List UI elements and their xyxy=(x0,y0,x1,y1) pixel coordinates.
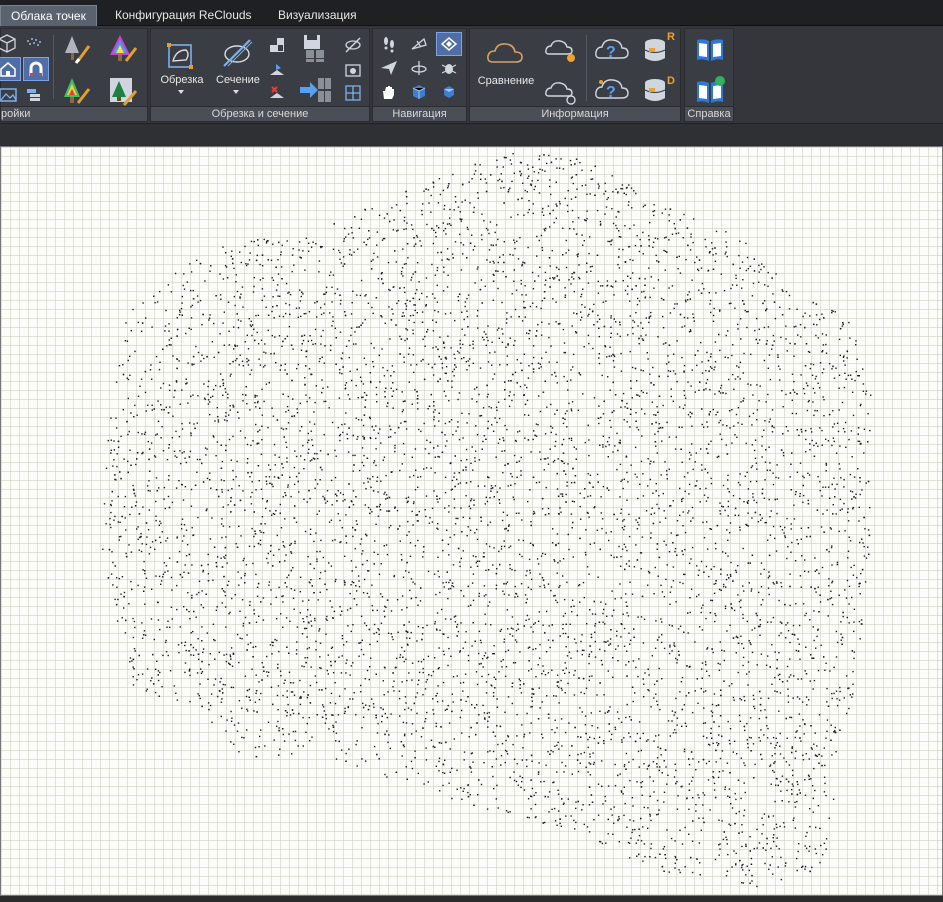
svg-text:?: ? xyxy=(606,84,616,101)
panel-title-settings: ройки xyxy=(1,106,147,121)
picture-icon[interactable] xyxy=(0,83,21,107)
dots-icon[interactable] xyxy=(21,31,47,55)
tree-brush-icon[interactable] xyxy=(58,31,94,67)
help-cloud-icon[interactable]: ? xyxy=(592,33,632,67)
tab-reclouds-config[interactable]: Конфигурация ReClouds xyxy=(105,5,262,26)
svg-text:?: ? xyxy=(606,44,616,61)
cloud-icon[interactable] xyxy=(542,77,578,107)
compare-label: Сравнение xyxy=(477,75,535,87)
orbit-icon[interactable] xyxy=(406,56,432,80)
hand-icon[interactable] xyxy=(376,80,402,104)
bug-icon[interactable] xyxy=(436,56,462,80)
paper-plane-icon[interactable] xyxy=(376,56,402,80)
clip-dropdown-caret[interactable] xyxy=(178,90,184,94)
ribbon: ройки Обрезка Сечение Обрезка и сечение … xyxy=(0,26,943,123)
grid-icon[interactable] xyxy=(340,81,366,105)
section-dropdown-caret[interactable] xyxy=(233,90,239,94)
book-icon[interactable] xyxy=(691,33,729,67)
app-window: Облака точек Конфигурация ReClouds Визуа… xyxy=(0,0,943,902)
help-cloud-icon[interactable]: ? xyxy=(592,73,632,107)
point-cloud-canvas xyxy=(102,153,872,888)
panel-information: Сравнение ? ? R D Информация xyxy=(469,28,681,122)
ribbon-tab-bar: Облака точек Конфигурация ReClouds Визуа… xyxy=(0,0,943,26)
section-label: Сечение xyxy=(216,74,260,86)
panel-title-clip-section: Обрезка и сечение xyxy=(151,106,369,121)
section-button[interactable] xyxy=(215,33,259,73)
cube-icon[interactable] xyxy=(0,31,19,55)
tab-visualization[interactable]: Визуализация xyxy=(268,5,367,26)
plane-clip-icon[interactable] xyxy=(264,33,290,57)
save-icon[interactable] xyxy=(295,31,335,65)
zoom-window-icon[interactable] xyxy=(406,32,432,56)
nav-select-icon[interactable] xyxy=(436,32,462,56)
panel-navigation: Навигация xyxy=(372,28,467,122)
point-cloud-viewport[interactable] xyxy=(0,146,943,896)
panel-title-information: Информация xyxy=(470,106,680,121)
cloud-icon[interactable] xyxy=(542,35,578,65)
panel-help: Справка xyxy=(684,28,734,122)
ribbon-status-strip xyxy=(0,123,943,145)
tree-brush-icon[interactable] xyxy=(104,73,140,109)
clip-button[interactable] xyxy=(159,33,203,73)
panel-title-navigation: Навигация xyxy=(373,106,466,121)
panel-clip-section: Обрезка Сечение Обрезка и сечение xyxy=(150,28,370,122)
clip-label: Обрезка xyxy=(160,74,204,86)
plane-clip-icon[interactable] xyxy=(264,81,290,105)
magnet-icon[interactable] xyxy=(23,57,49,81)
pencil-slash-icon[interactable] xyxy=(340,33,366,57)
plane-clip-icon[interactable] xyxy=(264,58,290,82)
rainbow-tree-brush-icon[interactable] xyxy=(104,31,140,67)
d-badge: D xyxy=(667,75,675,87)
section-grid-icon[interactable] xyxy=(295,73,335,107)
cloud-icon[interactable] xyxy=(480,33,530,73)
camera-icon[interactable] xyxy=(340,58,366,82)
tab-point-clouds[interactable]: Облака точек xyxy=(0,5,97,26)
house-icon[interactable] xyxy=(0,57,21,81)
nav-footprints-icon[interactable] xyxy=(376,32,402,56)
cube-view-icon[interactable] xyxy=(406,80,432,104)
panel-title-help: Справка xyxy=(685,106,733,121)
r-badge: R xyxy=(667,31,675,43)
layers-icon[interactable] xyxy=(21,83,47,107)
rainbow-tree-brush-icon[interactable] xyxy=(58,73,94,109)
book-web-icon[interactable] xyxy=(691,73,729,107)
bottom-bar xyxy=(0,896,943,902)
panel-settings: ройки xyxy=(0,28,148,122)
cube-view-icon[interactable] xyxy=(436,80,462,104)
